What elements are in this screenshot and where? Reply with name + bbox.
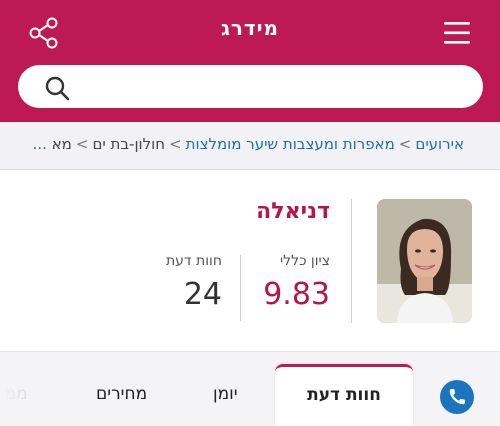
avatar[interactable] xyxy=(377,199,472,323)
tab-prices[interactable]: מחירים xyxy=(96,384,147,404)
reviews-count[interactable]: 24 xyxy=(140,277,222,312)
app-header: מידרג xyxy=(0,0,500,122)
breadcrumb: אירועים>מאפרות ומעצבות שיער מומלצות>חולו… xyxy=(0,122,500,170)
app-logo[interactable]: מידרג xyxy=(180,16,320,40)
search-input[interactable] xyxy=(72,71,468,101)
tab-calendar[interactable]: יומן xyxy=(213,384,238,404)
search-icon[interactable] xyxy=(44,75,70,101)
breadcrumb-separator: > xyxy=(398,135,412,153)
breadcrumb-more[interactable]: ... xyxy=(33,135,47,153)
profile-card: דניאלה ציון כללי 9.83 חוות דעת 24 xyxy=(0,171,500,351)
search-bar[interactable] xyxy=(18,65,483,108)
business-name: דניאלה xyxy=(256,199,330,224)
vertical-divider xyxy=(351,199,352,323)
hamburger-menu-icon xyxy=(444,22,470,44)
score-value: 9.83 xyxy=(263,277,330,312)
breadcrumb-link-events[interactable]: אירועים xyxy=(415,135,464,153)
breadcrumb-separator: > xyxy=(169,135,182,153)
breadcrumb-current: חולון-בת ים xyxy=(92,135,166,153)
tab-bar xyxy=(0,351,500,426)
app-screen: מידרג אירועים>מאפרות ומעצבות שיער מומלצו… xyxy=(0,0,500,426)
tab-more[interactable]: ממו xyxy=(0,384,28,404)
phone-icon xyxy=(449,389,465,405)
breadcrumb-link-makeup[interactable]: מאפרות ומעצבות שיער מומלצות xyxy=(186,135,395,153)
share-icon xyxy=(29,17,58,49)
breadcrumb-separator: > xyxy=(75,135,89,153)
reviews-label: חוות דעת xyxy=(165,253,222,269)
stats-divider xyxy=(240,255,241,321)
tab-reviews[interactable]: חוות דעת xyxy=(275,364,413,426)
profile-photo xyxy=(377,199,472,323)
share-button[interactable] xyxy=(28,16,60,50)
menu-button[interactable] xyxy=(440,18,474,48)
call-button[interactable] xyxy=(440,380,474,414)
breadcrumb-tail: מא xyxy=(51,135,72,153)
tab-reviews-label: חוות דעת xyxy=(307,385,381,405)
score-label: ציון כללי xyxy=(280,253,330,269)
